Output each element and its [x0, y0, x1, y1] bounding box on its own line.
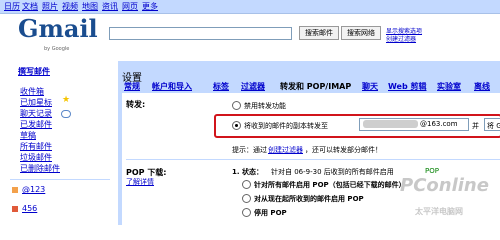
- pop-disable-radio[interactable]: [242, 208, 251, 217]
- top-nav-video[interactable]: 视频: [62, 1, 78, 12]
- sidebar-item-chats[interactable]: 聊天记录: [20, 108, 52, 119]
- pop-all-mail-radio[interactable]: [242, 180, 251, 189]
- tip-suffix: ，还可以转发部分邮件！: [305, 146, 382, 154]
- pconline-watermark: PConline: [400, 175, 489, 196]
- tab-offline[interactable]: 离线: [474, 81, 490, 92]
- sidebar-item-all-mail[interactable]: 所有邮件: [20, 141, 52, 152]
- top-nav-bar: 日历 文档 照片 视频 地图 资讯 网页 更多: [0, 0, 500, 14]
- pop-all-mail-text: 针对所有邮件启用 POP（包括已经下载的邮件）: [254, 181, 406, 189]
- sidebar-item-trash[interactable]: 已删除邮件: [20, 163, 60, 174]
- sidebar-divider: [10, 179, 110, 180]
- forwarding-label: 转发:: [126, 100, 146, 109]
- top-nav-calendar[interactable]: 日历: [4, 1, 20, 12]
- top-nav-maps[interactable]: 地图: [82, 1, 98, 12]
- section-divider: [126, 159, 500, 160]
- tab-filters[interactable]: 过滤器: [241, 81, 265, 92]
- top-nav-more[interactable]: 更多: [142, 1, 158, 12]
- tab-accounts[interactable]: 帐户和导入: [152, 81, 192, 92]
- chat-bubble-icon: [61, 110, 71, 118]
- pop-status-text: 针对自 06-9-30 后收到的所有邮件启用: [271, 168, 394, 176]
- top-nav-web[interactable]: 网页: [122, 1, 138, 12]
- tab-general[interactable]: 常规: [124, 81, 140, 92]
- by-google-text: by Google: [44, 46, 70, 52]
- gmail-copy-select[interactable]: 将 Gmail 副: [484, 118, 500, 131]
- sidebar: 撰写邮件 收件箱 已加星标 ★ 聊天记录 已发邮件 草稿 所有邮件 垃圾邮件 已…: [0, 56, 118, 225]
- gmail-logo-text: Gmail: [18, 14, 98, 43]
- top-nav-docs[interactable]: 文档: [22, 1, 38, 12]
- search-input[interactable]: [109, 27, 292, 40]
- gmail-logo[interactable]: Gmail by Google: [18, 14, 98, 56]
- pop-disable-text: 停用 POP: [254, 209, 287, 217]
- sidebar-item-starred[interactable]: 已加星标: [20, 97, 52, 108]
- tab-labels[interactable]: 标签: [213, 81, 229, 92]
- pop-from-now-text: 对从现在起所收到的邮件启用 POP: [254, 195, 364, 203]
- sidebar-item-spam[interactable]: 垃圾邮件: [20, 152, 52, 163]
- pop-learn-more-link[interactable]: 了解详情: [126, 177, 154, 187]
- label-color-swatch: [12, 206, 18, 212]
- settings-panel: 设置 常规 帐户和导入 标签 过滤器 转发和 POP/IMAP 聊天 Web 剪…: [118, 61, 500, 225]
- tab-chat[interactable]: 聊天: [362, 81, 378, 92]
- top-nav-photos[interactable]: 照片: [42, 1, 58, 12]
- search-mail-button[interactable]: 搜索邮件: [299, 26, 339, 40]
- sidebar-item-sent[interactable]: 已发邮件: [20, 119, 52, 130]
- sidebar-item-inbox[interactable]: 收件箱: [20, 86, 44, 97]
- and-text: 并: [472, 122, 479, 130]
- disable-forwarding-radio[interactable]: [232, 101, 241, 110]
- compose-link[interactable]: 撰写邮件: [18, 66, 50, 77]
- sidebar-label-123[interactable]: @123: [22, 185, 45, 194]
- top-nav-news[interactable]: 资讯: [102, 1, 118, 12]
- label-color-swatch: [12, 187, 18, 193]
- tip-create-filter-link[interactable]: 创建过滤器: [268, 145, 303, 155]
- forward-copy-text: 将收到的邮件的副本转发至: [244, 122, 328, 130]
- star-icon: ★: [62, 95, 71, 105]
- tab-labs[interactable]: 实验室: [437, 81, 461, 92]
- forward-copy-radio[interactable]: [232, 121, 241, 130]
- sidebar-label-456[interactable]: 456: [22, 204, 37, 213]
- pop-status-label: 1. 状态：: [232, 168, 263, 176]
- tab-web-clips[interactable]: Web 剪辑: [388, 81, 426, 92]
- settings-tabs: 常规 帐户和导入 标签 过滤器 转发和 POP/IMAP 聊天 Web 剪辑 实…: [122, 81, 500, 91]
- redacted-email-blur: [363, 120, 418, 128]
- pconline-watermark-sub: 太平洋电脑网: [415, 207, 463, 216]
- tab-forwarding[interactable]: 转发和 POP/IMAP: [280, 81, 351, 92]
- pop-from-now-radio[interactable]: [242, 194, 251, 203]
- forward-domain-text: @163.com: [420, 120, 458, 128]
- create-filter-link[interactable]: 创建过滤器: [386, 34, 416, 43]
- pop-status-badge: POP: [425, 167, 439, 175]
- tip-prefix: 提示：通过: [232, 146, 267, 154]
- disable-forwarding-text: 禁用转发功能: [244, 102, 286, 110]
- sidebar-item-drafts[interactable]: 草稿: [20, 130, 36, 141]
- search-web-button[interactable]: 搜索网络: [341, 26, 381, 40]
